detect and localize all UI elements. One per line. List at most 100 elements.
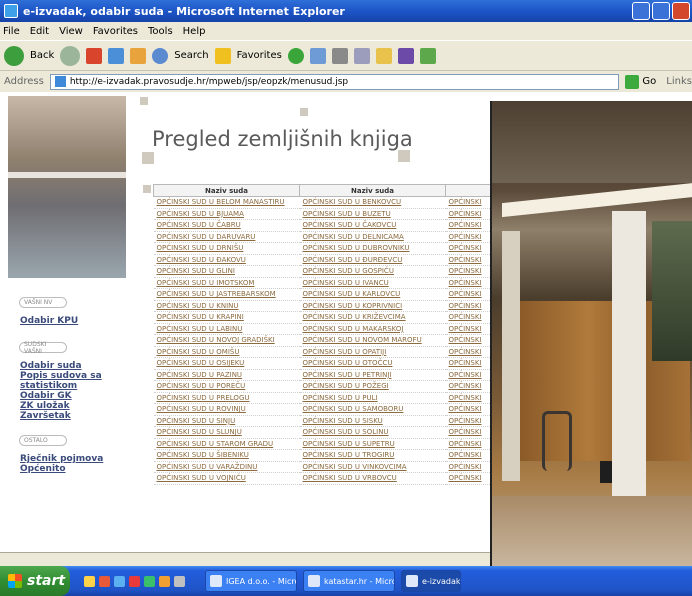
go-button[interactable]: Go — [625, 74, 656, 89]
court-link[interactable]: OPĆINSKI — [445, 288, 492, 301]
court-link[interactable]: OPĆINSKI SUD U POREČU — [153, 380, 300, 393]
court-link[interactable]: OPĆINSKI SUD U VOJNIĆU — [153, 472, 300, 485]
court-link[interactable]: OPĆINSKI SUD U PETRINJI — [299, 369, 446, 381]
search-label[interactable]: Search — [174, 50, 208, 61]
tool-icon[interactable] — [419, 47, 436, 64]
court-link[interactable]: OPĆINSKI SUD U SAMOBORU — [299, 403, 446, 416]
court-link[interactable]: OPĆINSKI — [445, 219, 492, 232]
stop-icon[interactable] — [86, 47, 103, 64]
quicklaunch-icon[interactable] — [159, 575, 170, 587]
menu-tools[interactable]: Tools — [148, 26, 173, 37]
court-link[interactable]: OPĆINSKI SUD U ŠIBENIKU — [153, 449, 300, 462]
court-link[interactable]: OPĆINSKI SUD U ĐAKOVU — [153, 254, 300, 266]
nav-link-zavrsetak[interactable]: Završetak — [20, 411, 124, 421]
court-link[interactable]: OPĆINSKI SUD U OSIJEKU — [153, 357, 300, 370]
menu-view[interactable]: View — [59, 26, 83, 37]
court-link[interactable]: OPĆINSKI SUD U NOVOM MAROFU — [299, 334, 446, 347]
court-link[interactable]: OPĆINSKI SUD U DARUVARU — [153, 231, 300, 243]
court-link[interactable]: OPĆINSKI SUD U OTOČCU — [299, 357, 446, 370]
menu-edit[interactable]: Edit — [30, 26, 49, 37]
quicklaunch-icon[interactable] — [99, 575, 110, 587]
minimize-button[interactable] — [632, 2, 650, 20]
nav-link-opcenito[interactable]: Općenito — [20, 464, 124, 474]
court-link[interactable]: OPĆINSKI SUD U SINJU — [153, 415, 300, 427]
court-link[interactable]: OPĆINSKI SUD U VRBOVCU — [299, 472, 446, 485]
court-link[interactable]: OPĆINSKI — [445, 369, 492, 381]
court-link[interactable]: OPĆINSKI — [445, 438, 492, 450]
court-link[interactable]: OPĆINSKI — [445, 300, 492, 312]
menu-favorites[interactable]: Favorites — [93, 26, 138, 37]
back-label[interactable]: Back — [30, 50, 54, 61]
court-link[interactable]: OPĆINSKI — [445, 323, 492, 335]
court-link[interactable]: OPĆINSKI SUD U BJUAMA — [153, 208, 300, 220]
search-icon[interactable] — [152, 47, 169, 64]
back-arrow-icon[interactable] — [4, 45, 24, 66]
nav-link-rjecnik[interactable]: Rječnik pojmova — [20, 454, 124, 464]
quicklaunch-icon[interactable] — [144, 575, 155, 587]
court-link[interactable]: OPĆINSKI SUD U BENKOVCU — [299, 196, 446, 209]
home-icon[interactable] — [130, 47, 147, 64]
links-label[interactable]: Links — [666, 76, 692, 87]
court-link[interactable]: OPĆINSKI SUD U STAROM GRADU — [153, 438, 300, 450]
court-link[interactable]: OPĆINSKI — [445, 311, 492, 324]
court-link[interactable]: OPĆINSKI — [445, 449, 492, 462]
court-link[interactable]: OPĆINSKI — [445, 196, 492, 209]
court-link[interactable]: OPĆINSKI — [445, 265, 492, 278]
court-link[interactable]: OPĆINSKI SUD U SOLINU — [299, 426, 446, 439]
taskbar-task[interactable]: katastar.hr - Microsof... — [303, 570, 395, 592]
court-link[interactable]: OPĆINSKI SUD U BUZETU — [299, 208, 446, 220]
court-link[interactable]: OPĆINSKI SUD U ĐURĐEVCU — [299, 254, 446, 266]
forward-arrow-icon[interactable] — [60, 45, 81, 66]
court-link[interactable]: OPĆINSKI SUD U JASTREBARSKOM — [153, 288, 300, 301]
court-link[interactable]: OPĆINSKI — [445, 231, 492, 243]
court-link[interactable]: OPĆINSKI — [445, 461, 492, 473]
court-link[interactable]: OPĆINSKI SUD U GLINI — [153, 265, 300, 278]
court-link[interactable]: OPĆINSKI — [445, 415, 492, 427]
court-link[interactable]: OPĆINSKI SUD U OMIŠU — [153, 346, 300, 358]
nav-link-odabir-gk[interactable]: Odabir GK — [20, 391, 124, 401]
court-link[interactable]: OPĆINSKI SUD U ČAKOVCU — [299, 219, 446, 232]
court-link[interactable]: OPĆINSKI — [445, 346, 492, 358]
nav-link-popis-sudova[interactable]: Popis sudova sa statistikom — [20, 371, 124, 391]
address-input[interactable]: http://e-izvadak.pravosudje.hr/mpweb/jsp… — [49, 73, 620, 90]
maximize-button[interactable] — [652, 2, 670, 20]
court-link[interactable]: OPĆINSKI — [445, 357, 492, 370]
menu-help[interactable]: Help — [183, 26, 206, 37]
court-link[interactable]: OPĆINSKI SUD U KRAPINI — [153, 311, 300, 324]
nav-link-zk-ulozak[interactable]: ZK uložak — [20, 401, 124, 411]
favorites-label[interactable]: Favorites — [237, 50, 282, 61]
court-link[interactable]: OPĆINSKI SUD U TROGIRU — [299, 449, 446, 462]
court-link[interactable]: OPĆINSKI SUD U SLUNJU — [153, 426, 300, 439]
nav-link-kpu[interactable]: Odabir KPU — [20, 316, 124, 326]
folder-icon[interactable] — [375, 47, 392, 64]
court-link[interactable]: OPĆINSKI — [445, 426, 492, 439]
refresh-icon[interactable] — [108, 47, 125, 64]
court-link[interactable]: OPĆINSKI — [445, 392, 492, 404]
court-link[interactable]: OPĆINSKI SUD U OPATIJI — [299, 346, 446, 358]
court-link[interactable]: OPĆINSKI SUD U KRIŽEVCIMA — [299, 311, 446, 324]
court-link[interactable]: OPĆINSKI SUD U VINKOVCIMA — [299, 461, 446, 473]
nav-link-odabir-suda[interactable]: Odabir suda — [20, 361, 124, 371]
court-link[interactable]: OPĆINSKI SUD U NOVOJ GRADIŠKI — [153, 334, 300, 347]
court-link[interactable]: OPĆINSKI SUD U MAKARSKOJ — [299, 323, 446, 335]
court-link[interactable]: OPĆINSKI SUD U IMOTSKOM — [153, 277, 300, 289]
mail-icon[interactable] — [309, 47, 326, 64]
court-link[interactable]: OPĆINSKI SUD U VARAŽDINU — [153, 461, 300, 473]
court-link[interactable]: OPĆINSKI SUD U DELNICAMA — [299, 231, 446, 243]
court-link[interactable]: OPĆINSKI SUD U PAZINU — [153, 369, 300, 381]
court-link[interactable]: OPĆINSKI — [445, 380, 492, 393]
court-link[interactable]: OPĆINSKI — [445, 208, 492, 220]
start-button[interactable]: start — [0, 566, 70, 596]
court-link[interactable]: OPĆINSKI SUD U ROVINJU — [153, 403, 300, 416]
court-link[interactable]: OPĆINSKI SUD U LABINU — [153, 323, 300, 335]
court-link[interactable]: OPĆINSKI — [445, 242, 492, 255]
court-link[interactable]: OPĆINSKI SUD U PRELOGU — [153, 392, 300, 404]
court-link[interactable]: OPĆINSKI SUD U BELOM MANASTIRU — [153, 196, 300, 209]
taskbar-task[interactable]: IGEA d.o.o. - Microso... — [205, 570, 297, 592]
court-link[interactable]: OPĆINSKI — [445, 277, 492, 289]
edit-icon[interactable] — [353, 47, 370, 64]
court-link[interactable]: OPĆINSKI SUD U PULI — [299, 392, 446, 404]
court-link[interactable]: OPĆINSKI SUD U SISKU — [299, 415, 446, 427]
court-link[interactable]: OPĆINSKI — [445, 254, 492, 266]
quicklaunch-icon[interactable] — [129, 575, 140, 587]
